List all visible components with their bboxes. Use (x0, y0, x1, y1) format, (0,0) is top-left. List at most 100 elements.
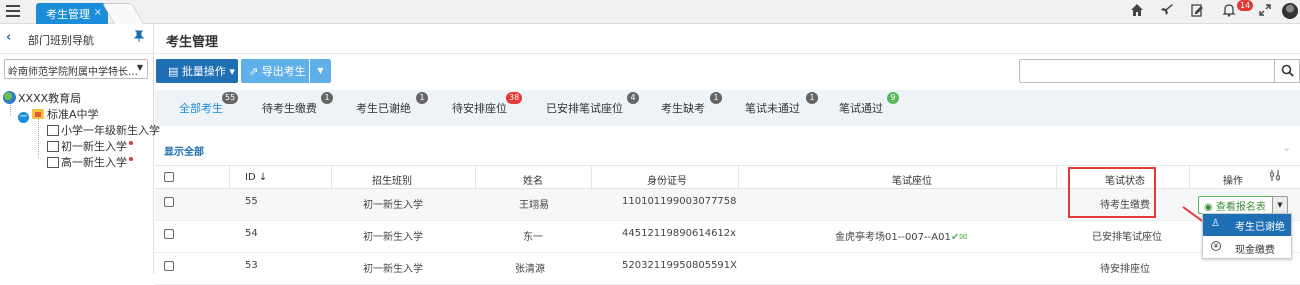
cell-id: 55 (245, 196, 258, 207)
filter-tab-all[interactable]: 全部考生 (179, 100, 223, 116)
top-bar: 考生管理 × 14 (0, 0, 1300, 24)
cell-idcard: 52032119950805591X (622, 260, 738, 271)
cell-id: 54 (245, 228, 258, 239)
school-select-value: 岭南师范学院附属中学特长… (8, 67, 138, 78)
col-header-id[interactable]: ID ↓ (245, 172, 267, 183)
menu-item-declined-label: 考生已谢绝 (1235, 222, 1285, 233)
class-icon (47, 125, 59, 136)
cell-name: 东一 (523, 232, 543, 243)
filter-count-badge: 55 (222, 92, 239, 104)
batch-actions-label: 批量操作 (181, 65, 226, 78)
new-tab-placeholder (101, 3, 145, 24)
fullscreen-icon[interactable] (1256, 3, 1274, 21)
cell-status: 待安排座位 (1100, 264, 1150, 275)
notification-badge: 14 (1237, 0, 1254, 11)
filter-tab-seat-assigned[interactable]: 已安排笔试座位 (546, 100, 623, 116)
tab-close-icon[interactable]: × (94, 7, 102, 18)
view-registration-button[interactable]: ◉ 查看报名表 (1198, 196, 1273, 214)
class-icon (47, 141, 59, 152)
filter-count-badge: 1 (321, 92, 333, 104)
export-button[interactable]: ⇗ 导出考生 (241, 59, 309, 83)
col-header-class: 招生班别 (372, 176, 412, 187)
menu-item-cash-payment[interactable]: ¥ 现金缴费 (1203, 237, 1291, 258)
home-icon[interactable] (1128, 3, 1146, 21)
tree-node-class[interactable]: 小学一年级新生入学 (47, 122, 160, 138)
cell-idcard: 110101199003077758 (622, 196, 737, 207)
folder-icon (32, 109, 44, 119)
chevron-down-icon[interactable]: ⌄ (1282, 141, 1291, 154)
row-checkbox[interactable] (164, 229, 174, 239)
rocket-icon[interactable] (1158, 3, 1176, 21)
export-label: 导出考生 (261, 65, 306, 78)
cell-id: 53 (245, 260, 258, 271)
user-icon: ♙ (1211, 218, 1220, 229)
filter-tab-passed[interactable]: 笔试通过 (839, 100, 883, 116)
class-icon (47, 157, 59, 168)
sidebar: ‹ 部门班别导航 岭南师范学院附属中学特长… ▼ XXXX教育局 − 标准A中学 … (0, 24, 160, 274)
filter-count-badge: 1 (710, 92, 722, 104)
filter-count-badge: 4 (627, 92, 639, 104)
row-actions-dropdown-toggle[interactable]: ▼ (1272, 196, 1288, 214)
search-input[interactable] (1019, 59, 1275, 83)
tab-student-management[interactable]: 考生管理 × (36, 3, 108, 24)
school-select[interactable]: 岭南师范学院附属中学特长… ▼ (4, 59, 148, 79)
filter-tab-declined[interactable]: 考生已谢绝 (356, 100, 411, 116)
col-header-name: 姓名 (523, 176, 543, 187)
select-all-checkbox[interactable] (164, 172, 174, 182)
menu-item-cash-payment-label: 现金缴费 (1235, 245, 1275, 256)
edit-icon[interactable] (1188, 3, 1206, 21)
tree-node-school-label: 标准A中学 (47, 108, 99, 121)
column-settings-icon[interactable] (1270, 169, 1280, 185)
export-icon: ⇗ (249, 65, 259, 78)
filter-count-badge: 38 (506, 92, 523, 104)
pin-icon[interactable] (133, 30, 145, 45)
row-checkbox[interactable] (164, 261, 174, 271)
tree-node-root[interactable]: XXXX教育局 (3, 90, 81, 106)
cell-name: 王翊易 (519, 200, 549, 211)
col-header-idcard: 身份证号 (647, 176, 687, 187)
coin-icon: ¥ (1211, 241, 1221, 251)
row-actions-dropdown: ♙ 考生已谢绝 ¥ 现金缴费 (1202, 213, 1292, 259)
show-all-link[interactable]: 显示全部 (164, 143, 204, 158)
chevron-left-icon[interactable]: ‹ (6, 30, 11, 45)
cell-name: 张清源 (515, 264, 545, 275)
search-button[interactable] (1275, 59, 1300, 83)
tree-node-class-label: 初一新生入学 (61, 140, 127, 153)
filter-count-badge: 1 (416, 92, 428, 104)
row-checkbox[interactable] (164, 197, 174, 207)
cell-idcard: 44512119890614612x (622, 228, 737, 239)
cell-class: 初一新生入学 (363, 264, 423, 275)
layers-icon: ▤ (168, 65, 179, 78)
table-row[interactable]: 53 初一新生入学 张清源 52032119950805591X 待安排座位 (155, 253, 1300, 285)
sidebar-title: 部门班别导航 (28, 34, 94, 47)
col-header-action: 操作 (1223, 176, 1243, 187)
globe-icon (3, 91, 16, 104)
tree-node-root-label: XXXX教育局 (18, 92, 82, 105)
bell-icon[interactable] (1220, 3, 1238, 21)
col-header-seat: 笔试座位 (892, 176, 932, 187)
filter-tab-failed[interactable]: 笔试未通过 (745, 100, 800, 116)
tree-node-class[interactable]: 高一新生入学 (47, 154, 133, 170)
filter-tab-pending-payment[interactable]: 待考生缴费 (262, 100, 317, 116)
tree-node-school[interactable]: − 标准A中学 (18, 106, 99, 123)
main-content: 考生管理 ▤ 批量操作 ▾ ⇗ 导出考生 ▼ 全部考生 55 待考生缴费 1 考… (155, 24, 1300, 285)
hamburger-menu-icon[interactable] (6, 5, 20, 17)
menu-item-declined[interactable]: ♙ 考生已谢绝 (1203, 214, 1291, 236)
export-dropdown-toggle[interactable]: ▼ (310, 59, 331, 83)
mail-icon: ✉ (959, 232, 968, 243)
table-row[interactable]: 54 初一新生入学 东一 44512119890614612x 金虎亭考场01-… (155, 221, 1300, 253)
batch-actions-button[interactable]: ▤ 批量操作 ▾ (156, 59, 238, 83)
tree-node-class-label: 高一新生入学 (61, 156, 127, 169)
user-avatar[interactable] (1282, 3, 1298, 19)
search-icon (1281, 64, 1294, 77)
collapse-icon[interactable]: − (18, 112, 29, 123)
cell-seat: 金虎亭考场01--007--A01✔✉ (835, 232, 968, 243)
page-title: 考生管理 (166, 35, 219, 50)
filter-tab-absent[interactable]: 考生缺考 (661, 100, 705, 116)
cell-status: 已安排笔试座位 (1092, 232, 1162, 243)
check-icon: ✔ (950, 232, 960, 243)
filter-count-badge: 1 (806, 92, 818, 104)
cell-class: 初一新生入学 (363, 200, 423, 211)
filter-tab-pending-seat[interactable]: 待安排座位 (452, 100, 507, 116)
tree-node-class[interactable]: 初一新生入学 (47, 138, 133, 154)
